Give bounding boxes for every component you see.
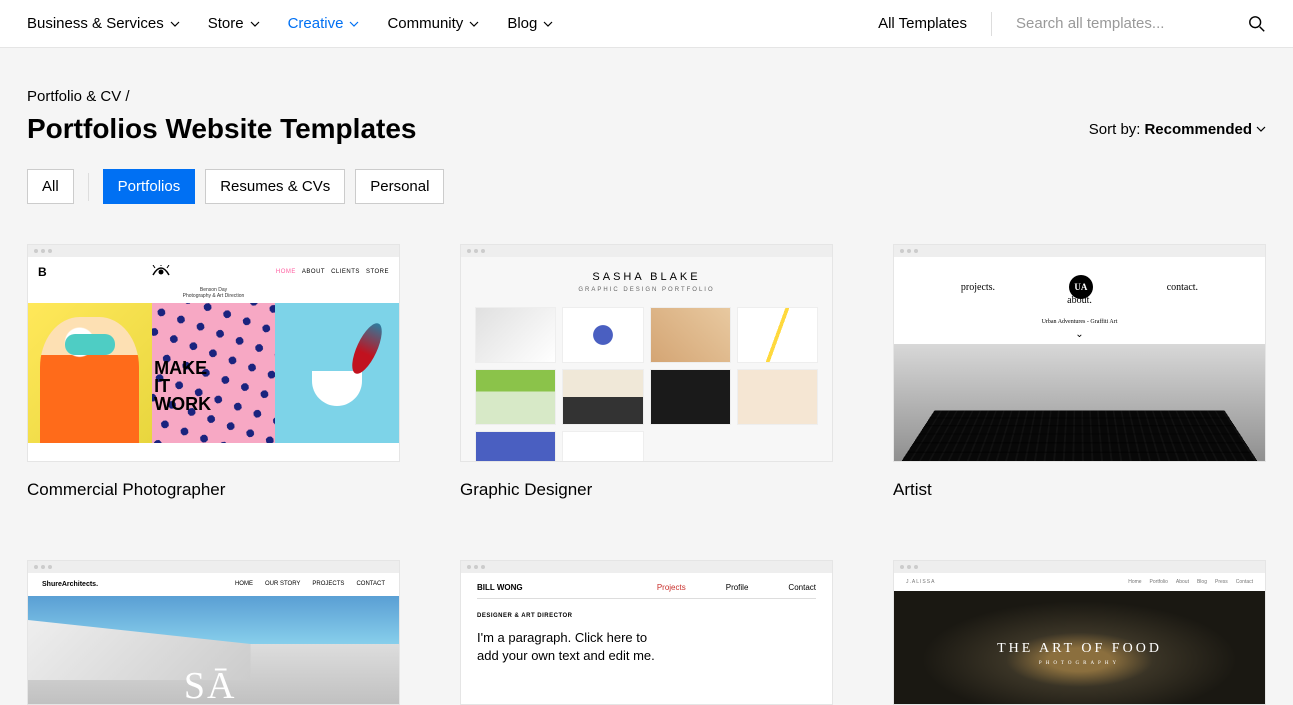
preview-logo: B xyxy=(38,265,47,279)
preview-nav-about: about. xyxy=(894,307,1265,315)
preview-overlay: SĀ xyxy=(184,664,237,705)
thumb-body: projects. UA contact. about. Urban Adven… xyxy=(894,257,1265,462)
search-input[interactable] xyxy=(1016,15,1236,32)
nav-right: All Templates xyxy=(878,12,1266,36)
divider xyxy=(991,12,992,36)
thumb-body: J.ALISSA Home Portfolio About Blog Press… xyxy=(894,573,1265,705)
chevron-down-icon xyxy=(349,19,359,29)
chevron-down-icon: ⌄ xyxy=(894,329,1265,340)
preview-mid: Benson Day Photography & Art Direction xyxy=(28,287,399,299)
chevron-down-icon xyxy=(1256,124,1266,134)
template-title: Commercial Photographer xyxy=(27,480,400,500)
thumb-body: SASHA BLAKE GRAPHIC DESIGN PORTFOLIO xyxy=(461,257,832,462)
template-card[interactable]: SASHA BLAKE GRAPHIC DESIGN PORTFOLIO Gra… xyxy=(460,244,833,500)
chevron-down-icon xyxy=(543,19,553,29)
template-card[interactable]: projects. UA contact. about. Urban Adven… xyxy=(893,244,1266,500)
preview-role: DESIGNER & ART DIRECTOR xyxy=(477,613,816,619)
all-templates-link[interactable]: All Templates xyxy=(878,15,967,32)
browser-bar xyxy=(28,561,399,573)
template-title: Graphic Designer xyxy=(460,480,833,500)
preview-overlay: THE ART OF FOOD PHOTOGRAPHY xyxy=(997,641,1162,666)
preview-overlay: MAKE IT WORK xyxy=(154,359,211,413)
preview-sub: GRAPHIC DESIGN PORTFOLIO xyxy=(475,287,818,293)
preview-menu: HOME OUR STORY PROJECTS CONTACT xyxy=(235,581,385,588)
preview-logo: J.ALISSA xyxy=(906,579,935,585)
template-card[interactable]: BILL WONG Projects Profile Contact DESIG… xyxy=(460,560,833,705)
preview-tabs: Projects Profile Contact xyxy=(657,583,816,592)
preview-image xyxy=(894,344,1265,462)
sort-dropdown[interactable]: Sort by: Recommended xyxy=(1089,121,1266,138)
filter-personal[interactable]: Personal xyxy=(355,169,444,204)
nav-label: Community xyxy=(387,15,463,32)
nav-label: Creative xyxy=(288,15,344,32)
search-icon[interactable] xyxy=(1248,15,1266,33)
preview-name: BILL WONG xyxy=(477,583,523,592)
nav-label: Business & Services xyxy=(27,15,164,32)
template-card[interactable]: ShureArchitects. HOME OUR STORY PROJECTS… xyxy=(27,560,400,705)
breadcrumb-separator: / xyxy=(125,88,129,105)
nav-blog[interactable]: Blog xyxy=(507,15,553,32)
preview-sub: Urban Adventures - Graffiti Art xyxy=(894,319,1265,325)
template-thumb: BILL WONG Projects Profile Contact DESIG… xyxy=(460,560,833,705)
template-card[interactable]: B HOME ABOUT CLIENTS STORE xyxy=(27,244,400,500)
top-nav: Business & Services Store Creative Commu… xyxy=(0,0,1293,48)
nav-community[interactable]: Community xyxy=(387,15,479,32)
nav-label: Blog xyxy=(507,15,537,32)
preview-logo: ShureArchitects. xyxy=(42,581,98,588)
preview-title: SASHA BLAKE xyxy=(475,271,818,283)
template-thumb: B HOME ABOUT CLIENTS STORE xyxy=(27,244,400,462)
browser-bar xyxy=(461,245,832,257)
search-wrap xyxy=(1016,15,1266,33)
preview-menu: HOME ABOUT CLIENTS STORE xyxy=(276,269,389,275)
preview-row: MAKE IT WORK xyxy=(28,303,399,443)
nav-store[interactable]: Store xyxy=(208,15,260,32)
nav-left: Business & Services Store Creative Commu… xyxy=(27,15,553,32)
content: Portfolio & CV / Portfolios Website Temp… xyxy=(0,48,1293,705)
template-thumb: projects. UA contact. about. Urban Adven… xyxy=(893,244,1266,462)
browser-bar xyxy=(28,245,399,257)
chevron-down-icon xyxy=(170,19,180,29)
browser-bar xyxy=(894,561,1265,573)
filters: All Portfolios Resumes & CVs Personal xyxy=(27,169,1266,204)
preview-head: BILL WONG Projects Profile Contact xyxy=(477,583,816,599)
template-thumb: SASHA BLAKE GRAPHIC DESIGN PORTFOLIO xyxy=(460,244,833,462)
template-card[interactable]: J.ALISSA Home Portfolio About Blog Press… xyxy=(893,560,1266,705)
nav-label: Store xyxy=(208,15,244,32)
divider xyxy=(88,173,89,201)
preview-head: J.ALISSA Home Portfolio About Blog Press… xyxy=(894,573,1265,591)
filter-all[interactable]: All xyxy=(27,169,74,204)
thumb-body: ShureArchitects. HOME OUR STORY PROJECTS… xyxy=(28,573,399,705)
template-title: Artist xyxy=(893,480,1266,500)
breadcrumb: Portfolio & CV / xyxy=(27,88,1266,105)
preview-para: I'm a paragraph. Click here to add your … xyxy=(477,629,663,665)
filter-portfolios[interactable]: Portfolios xyxy=(103,169,196,204)
preview-image: SĀ xyxy=(28,596,399,705)
sort-label: Sort by: xyxy=(1089,121,1141,138)
browser-bar xyxy=(894,245,1265,257)
page-title: Portfolios Website Templates xyxy=(27,113,416,145)
browser-bar xyxy=(461,561,832,573)
chevron-down-icon xyxy=(250,19,260,29)
template-thumb: ShureArchitects. HOME OUR STORY PROJECTS… xyxy=(27,560,400,705)
preview-menu: Home Portfolio About Blog Press Contact xyxy=(1128,579,1253,585)
template-grid: B HOME ABOUT CLIENTS STORE xyxy=(27,244,1266,705)
breadcrumb-parent[interactable]: Portfolio & CV xyxy=(27,88,121,105)
preview-head: ShureArchitects. HOME OUR STORY PROJECTS… xyxy=(28,573,399,596)
preview-grid xyxy=(475,307,818,462)
preview-image: THE ART OF FOOD PHOTOGRAPHY xyxy=(894,591,1265,705)
filter-resumes[interactable]: Resumes & CVs xyxy=(205,169,345,204)
header-row: Portfolios Website Templates Sort by: Re… xyxy=(27,113,1266,145)
eye-icon xyxy=(47,259,276,285)
template-thumb: J.ALISSA Home Portfolio About Blog Press… xyxy=(893,560,1266,705)
thumb-body: BILL WONG Projects Profile Contact DESIG… xyxy=(461,573,832,705)
thumb-body: B HOME ABOUT CLIENTS STORE xyxy=(28,257,399,461)
nav-business[interactable]: Business & Services xyxy=(27,15,180,32)
nav-creative[interactable]: Creative xyxy=(288,15,360,32)
sort-value: Recommended xyxy=(1144,121,1252,138)
chevron-down-icon xyxy=(469,19,479,29)
